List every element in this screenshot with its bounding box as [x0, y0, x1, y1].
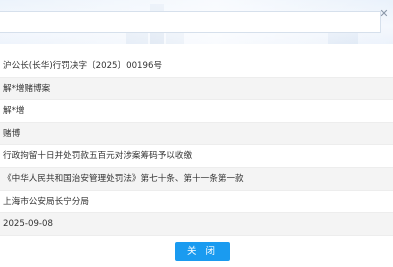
header-banner: ✕ — [0, 0, 393, 44]
detail-page: ✕ 沪公长(长华)行罚决字〔2025〕00196号 解*增赌博案 解*增 赌博 … — [0, 0, 393, 267]
decision-date: 2025-09-08 — [0, 213, 393, 236]
close-button[interactable]: 关 闭 — [175, 242, 230, 261]
penalty-content: 行政拘留十日并处罚款五百元对涉案筹码予以收缴 — [0, 145, 393, 168]
decision-number: 沪公长(长华)行罚决字〔2025〕00196号 — [0, 55, 393, 78]
case-name: 解*增赌博案 — [0, 77, 393, 101]
violation-type: 赌博 — [0, 122, 393, 146]
footer: 关 闭 — [0, 236, 393, 267]
close-icon[interactable]: ✕ — [378, 8, 390, 20]
header-bar — [0, 11, 381, 33]
legal-basis: 《中华人民共和国治安管理处罚法》第七十条、第十一条第一款 — [0, 167, 393, 191]
record-list: 沪公长(长华)行罚决字〔2025〕00196号 解*增赌博案 解*增 赌博 行政… — [0, 55, 393, 236]
person-name: 解*增 — [0, 100, 393, 123]
issuing-authority: 上海市公安局长宁分局 — [0, 191, 393, 214]
